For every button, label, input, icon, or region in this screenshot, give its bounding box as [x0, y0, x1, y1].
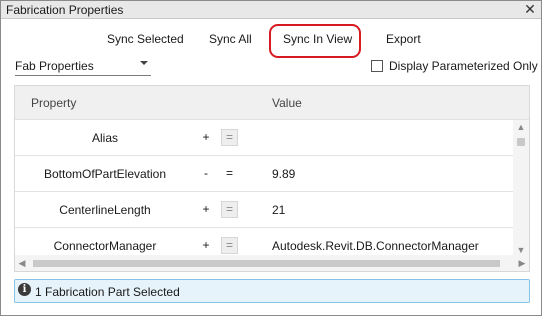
equals-button[interactable]: =	[221, 165, 238, 182]
horizontal-scrollbar[interactable]: ◀ ▶	[15, 255, 529, 271]
vertical-scrollbar[interactable]: ▲ ▼	[513, 120, 529, 257]
equals-button[interactable]: =	[221, 129, 238, 146]
status-bar: i 1 Fabrication Part Selected	[14, 279, 530, 303]
property-name: CenterlineLength	[59, 203, 151, 217]
sync-selected-button[interactable]: Sync Selected	[107, 32, 184, 46]
status-text: 1 Fabrication Part Selected	[35, 285, 180, 299]
title-bar[interactable]: Fabrication Properties ✕	[1, 1, 541, 19]
export-button[interactable]: Export	[386, 32, 421, 46]
column-header-property[interactable]: Property	[31, 96, 76, 110]
table-row[interactable]: Alias + =	[15, 120, 513, 156]
scroll-up-icon[interactable]: ▲	[513, 120, 529, 134]
property-name: BottomOfPartElevation	[43, 167, 167, 181]
info-icon: i	[18, 283, 31, 296]
add-button[interactable]: +	[200, 238, 212, 252]
equals-button[interactable]: =	[221, 237, 238, 254]
add-button[interactable]: +	[200, 130, 212, 144]
window-title: Fabrication Properties	[6, 3, 124, 17]
add-button[interactable]: +	[200, 202, 212, 216]
property-set-dropdown[interactable]: Fab Properties	[15, 56, 151, 76]
vertical-scroll-thumb[interactable]	[517, 138, 525, 146]
sync-all-button[interactable]: Sync All	[209, 32, 252, 46]
close-icon[interactable]: ✕	[521, 1, 539, 18]
chevron-down-icon	[140, 61, 148, 65]
table-row[interactable]: CenterlineLength + = 21	[15, 192, 513, 228]
scroll-left-icon[interactable]: ◀	[15, 255, 29, 271]
horizontal-scroll-thumb[interactable]	[33, 260, 500, 267]
equals-button[interactable]: =	[221, 201, 238, 218]
dropdown-underline	[15, 75, 151, 76]
table-row[interactable]: BottomOfPartElevation - = 9.89	[15, 156, 513, 192]
property-name: Alias	[91, 131, 118, 145]
properties-grid: Property Value Alias + = BottomOfPartEle…	[14, 85, 530, 272]
dropdown-selected-value: Fab Properties	[15, 59, 94, 73]
parameterized-only-label: Display Parameterized Only	[389, 59, 538, 73]
column-header-value[interactable]: Value	[272, 96, 302, 110]
parameterized-only-toggle[interactable]: Display Parameterized Only	[371, 58, 538, 74]
remove-button[interactable]: -	[200, 166, 212, 180]
sync-in-view-button[interactable]: Sync In View	[283, 32, 352, 46]
property-value[interactable]: 21	[272, 203, 285, 217]
scroll-right-icon[interactable]: ▶	[515, 255, 529, 271]
property-name: ConnectorManager	[53, 239, 157, 253]
fabrication-properties-window: Fabrication Properties ✕ Sync Selected S…	[0, 0, 542, 316]
parameterized-only-checkbox[interactable]	[371, 60, 383, 72]
grid-header: Property Value	[15, 86, 529, 120]
property-value[interactable]: 9.89	[272, 167, 295, 181]
property-value[interactable]: Autodesk.Revit.DB.ConnectorManager	[272, 239, 479, 253]
